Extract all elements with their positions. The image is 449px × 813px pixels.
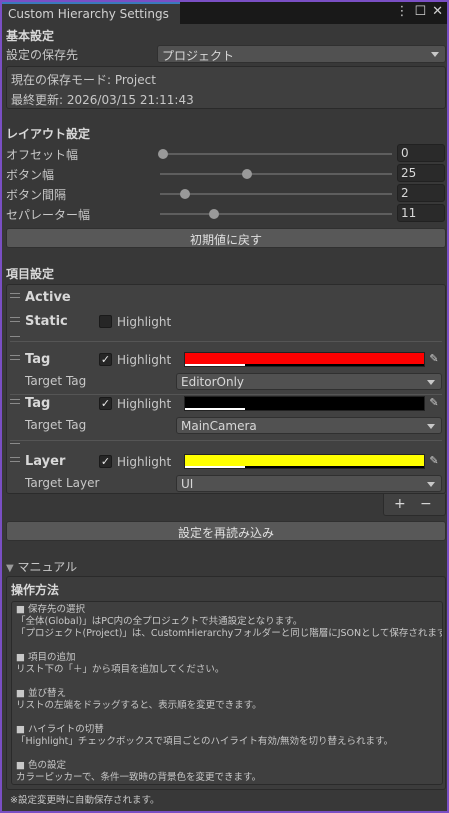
offset-slider-thumb[interactable] <box>158 149 168 159</box>
entry-2-target-label: Target Tag <box>25 418 87 432</box>
static-label: Static <box>25 314 68 329</box>
entry-1-highlight-label: Highlight <box>117 353 172 367</box>
active-label: Active <box>25 290 71 305</box>
list-divider <box>10 440 442 441</box>
basic-settings-title: 基本設定 <box>6 29 55 43</box>
button-spacing-slider-thumb[interactable] <box>180 189 191 199</box>
chevron-down-icon <box>427 424 435 429</box>
button-spacing-slider-track[interactable] <box>160 193 392 195</box>
entry-3-color-swatch[interactable] <box>184 454 425 469</box>
remove-item-button[interactable]: − <box>420 496 432 512</box>
add-item-button[interactable]: + <box>394 496 406 512</box>
button-width-value-field[interactable]: 25 <box>397 164 445 182</box>
slider-label-button-width: ボタン幅 <box>6 168 55 182</box>
foldout-arrow-icon: ▼ <box>6 563 14 574</box>
drag-handle-icon[interactable] <box>10 293 20 298</box>
manual-panel: 操作方法 ■ 保存先の選択 「全体(Global)」はPC内の全プロジェクトで共… <box>6 576 446 790</box>
entry-2-highlight-checkbox[interactable]: ✓ <box>99 397 112 410</box>
save-mode-text: 現在の保存モード: Project <box>11 73 156 87</box>
last-updated-text: 最終更新: 2026/03/15 21:11:43 <box>11 93 194 107</box>
drag-handle-icon[interactable] <box>10 399 20 404</box>
entry-1-label: Tag <box>25 352 51 367</box>
entry-3-target-label: Target Layer <box>25 476 100 490</box>
offset-slider-track[interactable] <box>160 153 392 155</box>
entry-1-highlight-checkbox[interactable]: ✓ <box>99 353 112 366</box>
list-footer: + − <box>383 494 446 516</box>
separator-width-slider-track[interactable] <box>160 213 392 215</box>
drag-handle-icon[interactable] <box>10 457 20 462</box>
eyedropper-icon[interactable]: ✎ <box>426 454 442 469</box>
tab-bar: Custom Hierarchy Settings ⋮ ☐ ✕ <box>2 2 447 24</box>
entry-1-target-value: EditorOnly <box>181 375 244 389</box>
manual-foldout-label: マニュアル <box>17 560 78 574</box>
separator-width-slider-thumb[interactable] <box>209 209 220 219</box>
maximize-icon[interactable]: ☐ <box>414 4 426 19</box>
chevron-down-icon <box>427 482 435 487</box>
manual-foldout[interactable]: ▼ マニュアル <box>6 558 77 575</box>
slider-label-offset: オフセット幅 <box>6 148 79 162</box>
entry-2-target-dropdown[interactable]: MainCamera <box>176 417 442 434</box>
offset-value-field[interactable]: 0 <box>397 144 445 162</box>
separator-width-value-field[interactable]: 11 <box>397 204 445 222</box>
tab-custom-hierarchy-settings[interactable]: Custom Hierarchy Settings <box>2 2 180 24</box>
button-width-slider-thumb[interactable] <box>242 169 253 179</box>
save-location-dropdown[interactable]: プロジェクト <box>157 45 446 63</box>
entry-3-label: Layer <box>25 454 66 469</box>
reload-settings-button[interactable]: 設定を再読み込み <box>6 521 446 541</box>
reset-defaults-button[interactable]: 初期値に戻す <box>6 228 446 248</box>
entry-3-highlight-label: Highlight <box>117 455 172 469</box>
eyedropper-icon[interactable]: ✎ <box>426 396 442 411</box>
manual-text: ■ 保存先の選択 「全体(Global)」はPC内の全プロジェクトで共通設定とな… <box>11 601 443 785</box>
entry-2-highlight-label: Highlight <box>117 397 172 411</box>
entry-2-target-value: MainCamera <box>181 419 257 433</box>
chevron-down-icon <box>427 380 435 385</box>
entry-3-highlight-checkbox[interactable]: ✓ <box>99 455 112 468</box>
drag-handle-icon[interactable] <box>10 355 20 360</box>
layout-settings-title: レイアウト設定 <box>6 127 91 141</box>
drag-handle-icon[interactable] <box>10 336 20 338</box>
static-highlight-checkbox[interactable] <box>99 315 112 328</box>
save-mode-info-box: 現在の保存モード: Project 最終更新: 2026/03/15 21:11… <box>6 66 446 109</box>
entry-1-target-label: Target Tag <box>25 374 87 388</box>
item-settings-title: 項目設定 <box>6 267 55 281</box>
kebab-menu-icon[interactable]: ⋮ <box>395 4 408 19</box>
settings-window: Custom Hierarchy Settings ⋮ ☐ ✕ 基本設定 設定の… <box>0 0 449 813</box>
static-highlight-label: Highlight <box>117 315 172 329</box>
entry-2-color-swatch[interactable] <box>184 396 425 411</box>
entry-3-target-dropdown[interactable]: UI <box>176 475 442 492</box>
entry-1-target-dropdown[interactable]: EditorOnly <box>176 373 442 390</box>
button-spacing-value-field[interactable]: 2 <box>397 184 445 202</box>
entry-2-label: Tag <box>25 396 51 411</box>
drag-handle-icon[interactable] <box>10 317 20 322</box>
entry-1-color-swatch[interactable] <box>184 352 425 367</box>
slider-label-button-spacing: ボタン間隔 <box>6 188 67 202</box>
entry-3-target-value: UI <box>181 477 194 491</box>
slider-label-separator-width: セパレーター幅 <box>6 208 91 222</box>
save-location-value: プロジェクト <box>162 49 235 63</box>
drag-handle-icon[interactable] <box>10 443 20 445</box>
eyedropper-icon[interactable]: ✎ <box>426 352 442 367</box>
window-controls: ⋮ ☐ ✕ <box>395 4 443 19</box>
list-divider <box>10 394 442 395</box>
close-icon[interactable]: ✕ <box>432 4 443 19</box>
button-width-slider-track[interactable] <box>160 173 392 175</box>
chevron-down-icon <box>431 52 439 57</box>
autosave-note: ※設定変更時に自動保存されます。 <box>10 795 160 806</box>
manual-title: 操作方法 <box>11 583 60 597</box>
save-location-label: 設定の保存先 <box>6 48 79 62</box>
list-divider <box>10 341 442 342</box>
